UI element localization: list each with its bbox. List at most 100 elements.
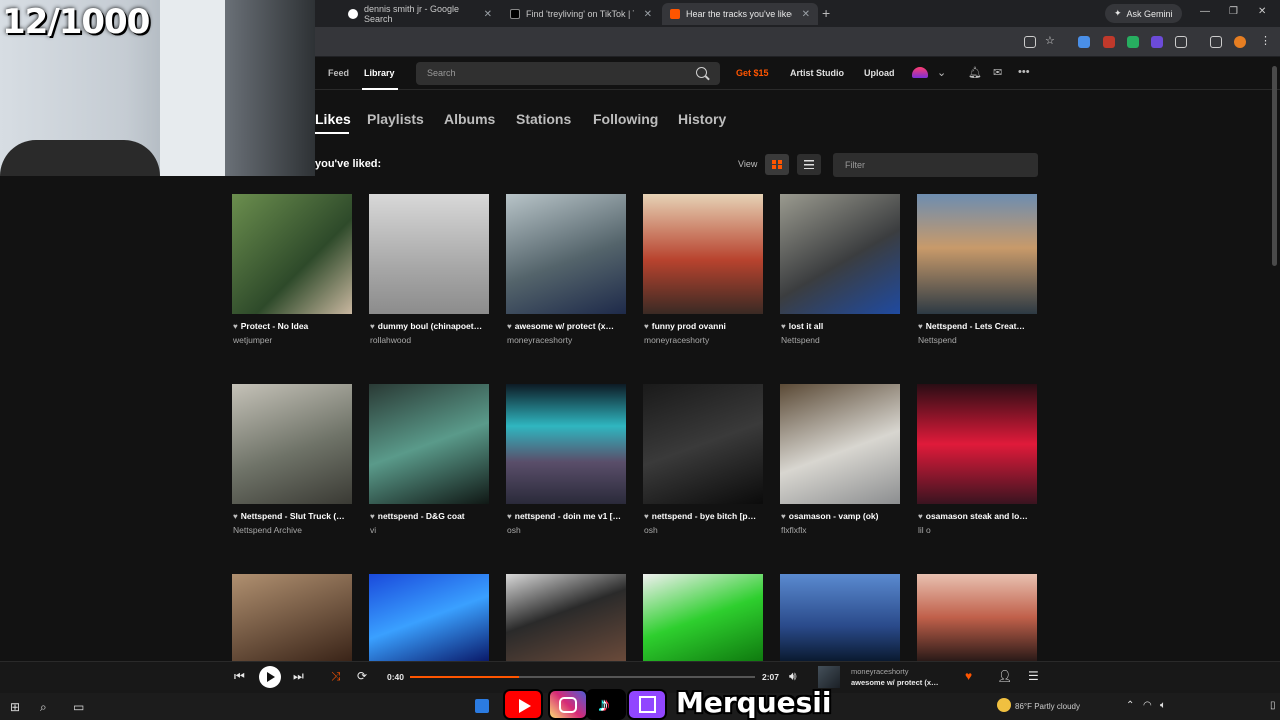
maximize-icon[interactable]: ❐ <box>1229 6 1238 17</box>
bookmark-star-icon[interactable]: ☆ <box>1045 34 1055 47</box>
extension-icon[interactable] <box>1127 36 1139 48</box>
kebab-menu-icon[interactable]: ⋮ <box>1260 34 1271 47</box>
track-artwork[interactable] <box>780 194 900 314</box>
track-title[interactable]: ♥ nettspend - doin me v1 [… <box>507 511 629 521</box>
close-icon[interactable]: ✕ <box>802 9 810 20</box>
scrollbar[interactable] <box>1272 66 1277 266</box>
notification-icon[interactable]: ▯ <box>1270 700 1276 711</box>
track-artwork[interactable] <box>780 384 900 504</box>
grid-view-button[interactable] <box>765 154 789 175</box>
track-title[interactable]: ♥ Protect - No Idea <box>233 321 355 331</box>
track-artist[interactable]: osh <box>644 525 766 535</box>
now-playing-title[interactable]: awesome w/ protect (x… <box>851 678 939 687</box>
track-artist[interactable]: Nettspend <box>918 335 1040 345</box>
user-avatar[interactable] <box>912 67 928 78</box>
track-title[interactable]: ♥ nettspend - bye bitch [p… <box>644 511 766 521</box>
close-icon[interactable]: ✕ <box>484 9 492 20</box>
track-artist[interactable]: vi <box>370 525 492 535</box>
now-playing-artist[interactable]: moneyraceshorty <box>851 667 909 676</box>
nav-feed[interactable]: Feed <box>328 68 349 78</box>
more-icon[interactable]: ••• <box>1018 66 1030 78</box>
browser-tab-soundcloud[interactable]: Hear the tracks you've liked: on ✕ <box>662 3 818 25</box>
track-artwork[interactable] <box>506 574 626 661</box>
mail-icon[interactable]: ✉ <box>993 66 1002 79</box>
tab-albums[interactable]: Albums <box>444 111 495 127</box>
track-artist[interactable]: lil o <box>918 525 1040 535</box>
track-artwork[interactable] <box>232 384 352 504</box>
track-artist[interactable]: rollahwood <box>370 335 492 345</box>
track-artwork[interactable] <box>369 384 489 504</box>
follow-user-icon[interactable]: 👤︎ <box>997 669 1012 683</box>
volume-icon[interactable]: 🔊︎ <box>789 669 797 684</box>
search-icon[interactable]: ⌕ <box>40 700 47 715</box>
reading-list-icon[interactable] <box>1210 36 1222 48</box>
track-artwork[interactable] <box>506 384 626 504</box>
search-input[interactable] <box>416 62 720 85</box>
nav-library[interactable]: Library <box>364 68 395 78</box>
track-artwork[interactable] <box>506 194 626 314</box>
profile-avatar[interactable] <box>1234 36 1246 48</box>
extension-icon[interactable] <box>1078 36 1090 48</box>
track-artwork[interactable] <box>780 574 900 661</box>
new-tab-icon[interactable]: + <box>822 5 830 21</box>
skip-back-icon[interactable]: ⏮ <box>234 669 245 684</box>
extension-icon[interactable] <box>1151 36 1163 48</box>
queue-icon[interactable]: ☰ <box>1028 669 1039 683</box>
now-playing-artwork[interactable] <box>818 666 840 688</box>
ask-gemini-button[interactable]: ✦ Ask Gemini <box>1105 4 1182 23</box>
tab-history[interactable]: History <box>678 111 726 127</box>
app-icon[interactable] <box>475 699 489 713</box>
track-artist[interactable]: moneyraceshorty <box>507 335 629 345</box>
track-artwork[interactable] <box>643 194 763 314</box>
track-title[interactable]: ♥ awesome w/ protect (x… <box>507 321 629 331</box>
artist-studio-link[interactable]: Artist Studio <box>790 68 844 78</box>
list-view-button[interactable] <box>797 154 821 175</box>
tab-stations[interactable]: Stations <box>516 111 571 127</box>
track-title[interactable]: ♥ lost it all <box>781 321 903 331</box>
track-artwork[interactable] <box>643 384 763 504</box>
chevron-down-icon[interactable]: ⌄ <box>937 66 946 79</box>
play-button[interactable] <box>259 666 281 688</box>
wifi-icon[interactable]: ◠ <box>1143 700 1152 711</box>
track-artwork[interactable] <box>232 194 352 314</box>
tab-following[interactable]: Following <box>593 111 658 127</box>
speaker-icon[interactable]: 🔈︎ <box>1160 700 1166 711</box>
tray-chevron-icon[interactable]: ⌃ <box>1126 700 1134 711</box>
bell-icon[interactable]: 🔔︎ <box>968 66 982 79</box>
browser-tab-google[interactable]: dennis smith jr - Google Search ✕ <box>340 3 500 25</box>
track-title[interactable]: ♥ osamason steak and lo… <box>918 511 1040 521</box>
track-artist[interactable]: Nettspend <box>781 335 903 345</box>
search-icon[interactable] <box>696 67 707 78</box>
track-artwork[interactable] <box>917 574 1037 661</box>
track-artist[interactable]: moneyraceshorty <box>644 335 766 345</box>
track-artwork[interactable] <box>232 574 352 661</box>
install-icon[interactable] <box>1024 36 1036 48</box>
like-heart-icon[interactable]: ♥ <box>965 669 972 683</box>
progress-bar[interactable] <box>410 676 755 678</box>
close-window-icon[interactable]: ✕ <box>1258 6 1266 17</box>
skip-forward-icon[interactable]: ⏭ <box>293 669 304 684</box>
close-icon[interactable]: ✕ <box>644 9 652 20</box>
minimize-icon[interactable]: — <box>1200 6 1210 17</box>
track-artist[interactable]: Nettspend Archive <box>233 525 355 535</box>
track-artwork[interactable] <box>917 384 1037 504</box>
browser-tab-tiktok[interactable]: Find 'treyliving' on TikTok | TikT ✕ <box>502 3 660 25</box>
track-artwork[interactable] <box>369 574 489 661</box>
task-view-icon[interactable]: ▭ <box>73 700 84 714</box>
upload-link[interactable]: Upload <box>864 68 895 78</box>
track-title[interactable]: ♥ funny prod ovanni <box>644 321 766 331</box>
tab-playlists[interactable]: Playlists <box>367 111 424 127</box>
tab-likes[interactable]: Likes <box>315 111 351 127</box>
track-artwork[interactable] <box>917 194 1037 314</box>
windows-start-icon[interactable]: ⊞ <box>10 700 20 714</box>
track-title[interactable]: ♥ dummy boul (chinapoet… <box>370 321 492 331</box>
track-artist[interactable]: flxflxflx <box>781 525 903 535</box>
get15-link[interactable]: Get $15 <box>736 68 769 78</box>
repeat-icon[interactable]: ⟳ <box>357 669 367 683</box>
track-title[interactable]: ♥ Nettspend - Slut Truck (… <box>233 511 355 521</box>
track-artwork[interactable] <box>643 574 763 661</box>
track-title[interactable]: ♥ nettspend - D&G coat <box>370 511 492 521</box>
extension-icon[interactable] <box>1103 36 1115 48</box>
track-artwork[interactable] <box>369 194 489 314</box>
track-title[interactable]: ♥ Nettspend - Lets Creat… <box>918 321 1040 331</box>
